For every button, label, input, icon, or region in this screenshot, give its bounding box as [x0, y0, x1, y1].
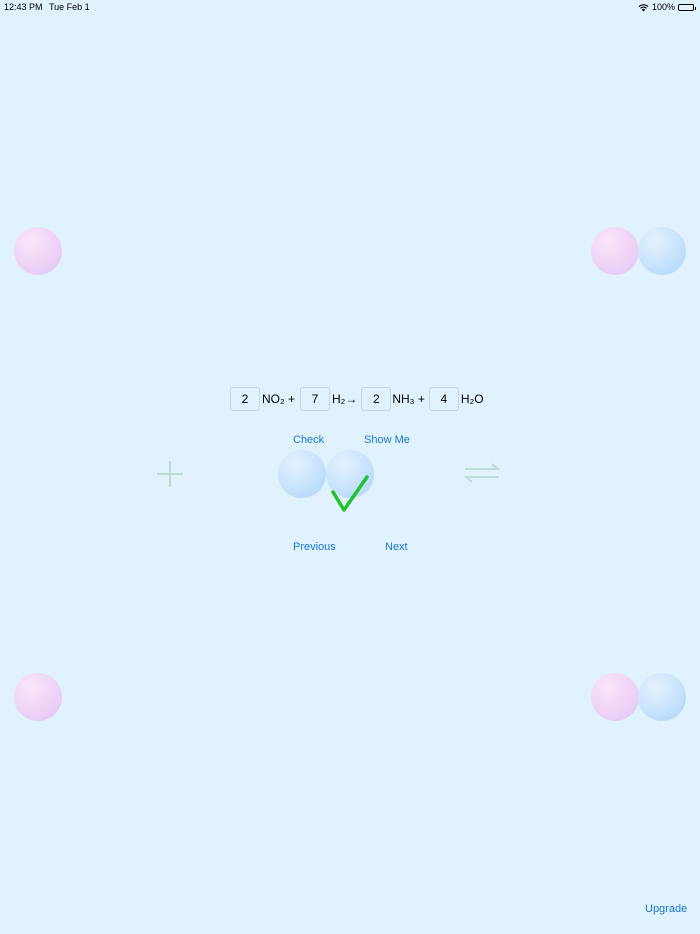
molecule-sphere	[278, 450, 326, 498]
status-bar: 12:43 PM Tue Feb 1 100%	[0, 0, 700, 16]
formula-label: NH₃ +	[392, 391, 425, 406]
status-indicators: 100%	[638, 2, 696, 12]
coefficient-input[interactable]: 2	[361, 386, 392, 411]
formula-label: NO₂ +	[262, 391, 295, 406]
wifi-icon	[638, 3, 649, 11]
checkmark-icon	[331, 475, 369, 512]
decor-sphere-pink	[14, 673, 62, 721]
decor-sphere-pink	[14, 227, 62, 275]
previous-button[interactable]: Previous	[293, 541, 336, 553]
coefficient-input[interactable]: 4	[428, 386, 459, 411]
decor-sphere-blue	[638, 227, 686, 275]
show-me-button[interactable]: Show Me	[364, 434, 410, 446]
check-button[interactable]: Check	[293, 434, 324, 446]
reaction-arrows-icon	[464, 463, 500, 483]
battery-percent: 100%	[651, 2, 675, 12]
coefficient-input[interactable]: 7	[300, 386, 330, 411]
decor-sphere-pink	[591, 673, 639, 721]
formula-label: H₂O	[460, 391, 484, 406]
battery-icon	[678, 3, 696, 11]
upgrade-button[interactable]: Upgrade	[645, 903, 687, 915]
chemical-equation: 2 NO₂ + 7 H₂→ 2 NH₃ + 4 H₂O	[230, 386, 486, 411]
next-button[interactable]: Next	[385, 541, 408, 553]
status-date: Tue Feb 1	[49, 2, 90, 12]
coefficient-input[interactable]: 2	[230, 386, 260, 411]
plus-icon	[157, 461, 183, 487]
decor-sphere-pink	[591, 227, 639, 275]
decor-sphere-blue	[638, 673, 686, 721]
status-time: 12:43 PM	[4, 2, 43, 12]
formula-label: H₂→	[332, 391, 358, 406]
